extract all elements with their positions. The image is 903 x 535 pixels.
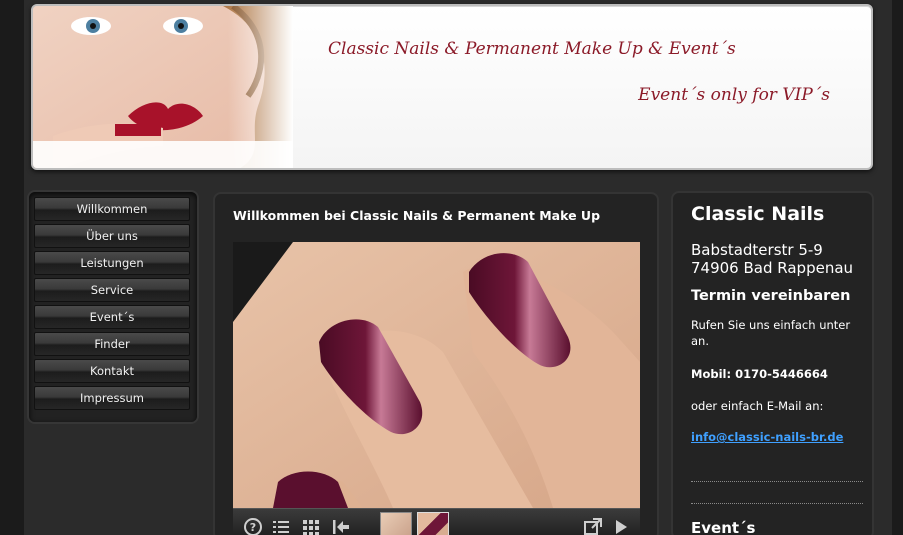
nav-item-service[interactable]: Service: [34, 278, 190, 302]
grid-view-icon[interactable]: [301, 517, 321, 535]
model-portrait-image: [33, 6, 293, 168]
thumbnail-2[interactable]: [417, 512, 449, 535]
business-name: Classic Nails: [691, 203, 825, 225]
site-subtitle: Event´s only for VIP´s: [638, 85, 830, 105]
help-icon[interactable]: ?: [243, 517, 263, 535]
nav-item-ueber-uns[interactable]: Über uns: [34, 224, 190, 248]
nav-item-kontakt[interactable]: Kontakt: [34, 359, 190, 383]
nav-item-willkommen[interactable]: Willkommen: [34, 197, 190, 221]
address-city: 74906 Bad Rappenau: [691, 259, 854, 277]
events-heading: Event´s: [691, 519, 756, 535]
thumbnail-1[interactable]: [380, 512, 412, 535]
divider: [691, 481, 863, 482]
mobile-number: Mobil: 0170-5446664: [691, 367, 828, 381]
address-street: Babstadterstr 5-9: [691, 241, 823, 259]
play-icon[interactable]: [611, 517, 631, 535]
nav-item-impressum[interactable]: Impressum: [34, 386, 190, 410]
header-banner: Classic Nails & Permanent Make Up & Even…: [31, 4, 873, 170]
nav-item-finder[interactable]: Finder: [34, 332, 190, 356]
slideshow-controls: ?: [233, 508, 640, 535]
svg-text:?: ?: [250, 521, 256, 534]
image-slideshow[interactable]: ?: [233, 242, 640, 535]
first-slide-icon[interactable]: [331, 517, 351, 535]
email-link[interactable]: info@classic-nails-br.de: [691, 430, 843, 444]
appointment-heading: Termin vereinbaren: [691, 288, 851, 304]
call-text: Rufen Sie uns einfach unter an.: [691, 318, 851, 348]
email-text: oder einfach E-Mail an:: [691, 399, 824, 413]
nav-item-events[interactable]: Event´s: [34, 305, 190, 329]
contact-sidebar: Classic Nails Babstadterstr 5-9 74906 Ba…: [673, 193, 872, 535]
nails-slide-image: [233, 242, 640, 508]
sidebar-nav: Willkommen Über uns Leistungen Service E…: [29, 192, 197, 422]
page-title: Willkommen bei Classic Nails & Permanent…: [233, 208, 601, 223]
divider: [691, 503, 863, 504]
fullscreen-icon[interactable]: [583, 517, 603, 535]
nav-item-leistungen[interactable]: Leistungen: [34, 251, 190, 275]
business-address: Babstadterstr 5-9 74906 Bad Rappenau: [691, 241, 853, 277]
site-title: Classic Nails & Permanent Make Up & Even…: [328, 39, 736, 59]
main-content: Willkommen bei Classic Nails & Permanent…: [215, 194, 657, 535]
list-view-icon[interactable]: [271, 517, 291, 535]
